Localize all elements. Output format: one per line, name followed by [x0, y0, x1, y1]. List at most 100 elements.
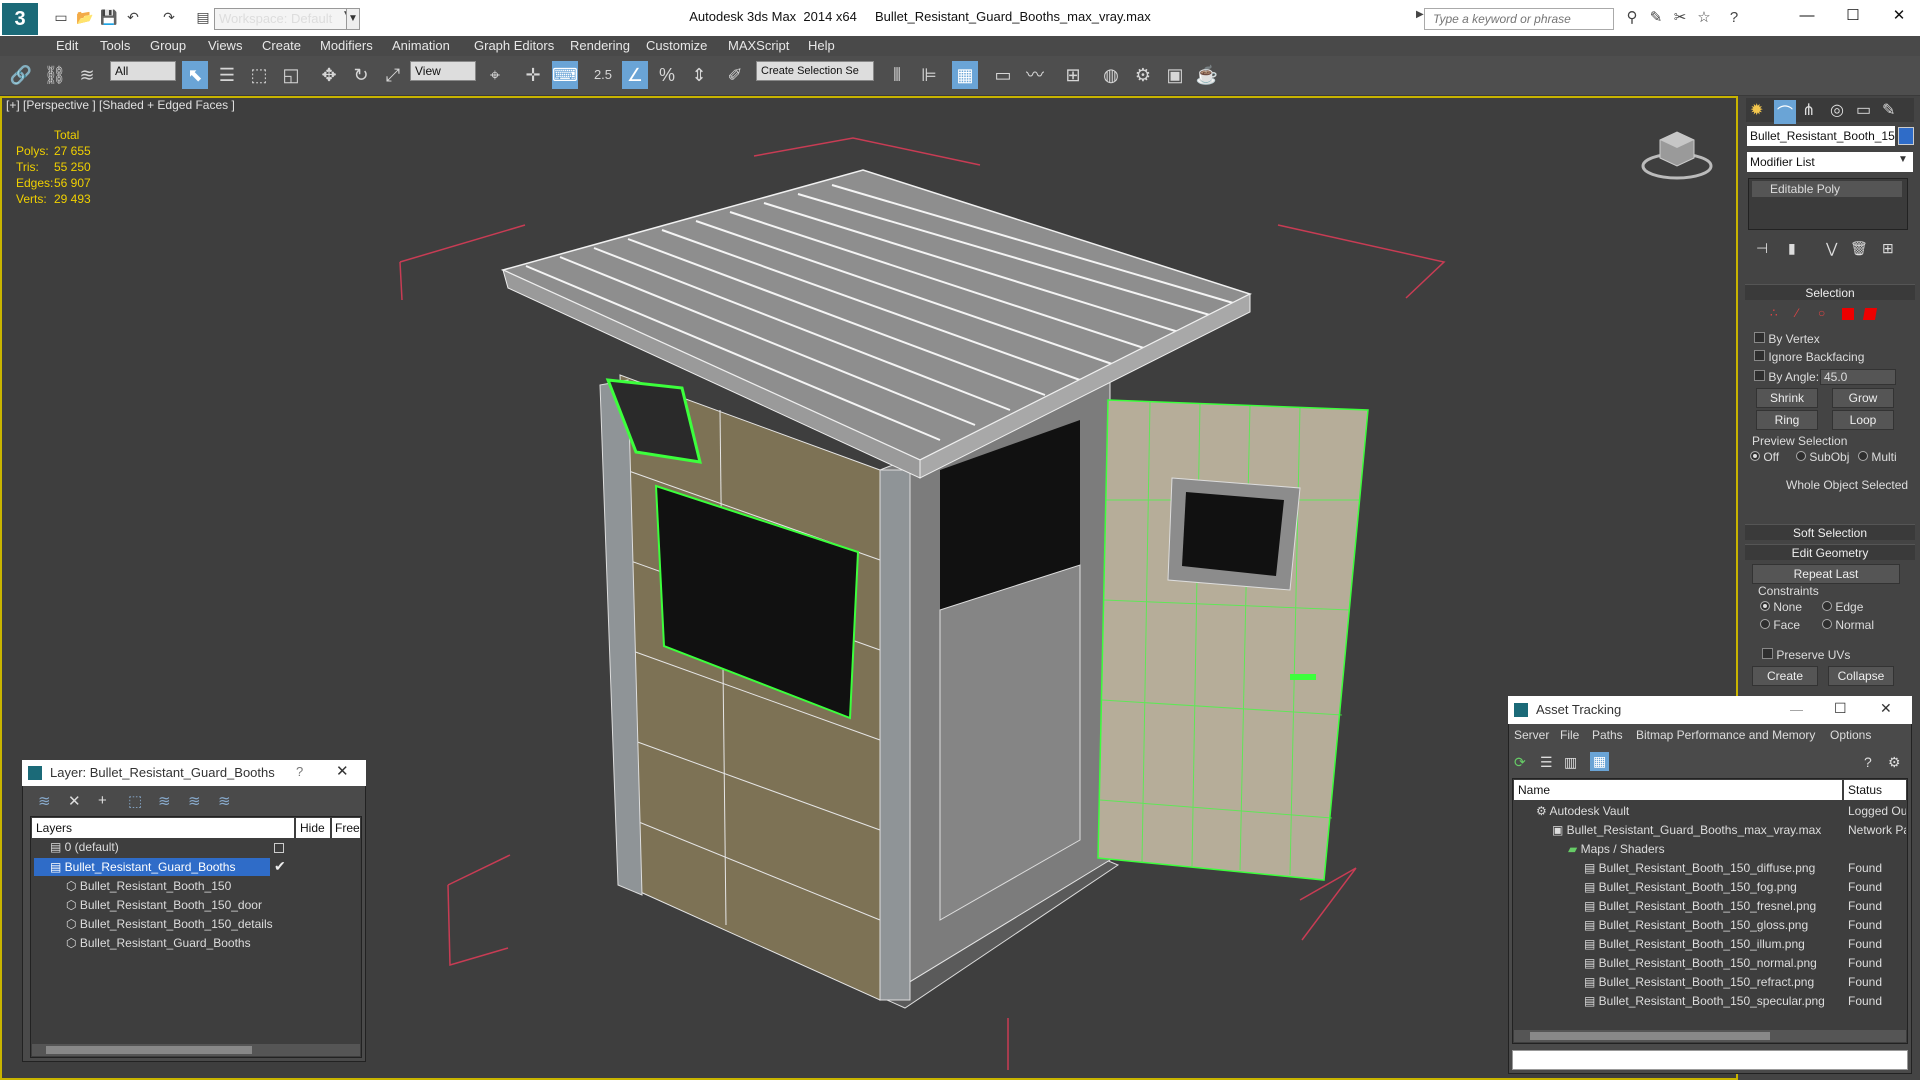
preview-off-radio[interactable]: Off: [1750, 450, 1779, 464]
layers-column-header[interactable]: Layers: [32, 818, 294, 838]
select-manipulate-icon[interactable]: ✛: [520, 61, 546, 89]
select-layer-objects-icon[interactable]: ⬚: [128, 792, 142, 810]
align-icon[interactable]: ⊫: [916, 61, 942, 89]
border-mode-icon[interactable]: ○: [1818, 306, 1825, 320]
delete-layer-icon[interactable]: ✕: [68, 792, 81, 810]
motion-tab-icon[interactable]: ◎: [1830, 100, 1844, 120]
render-frame-icon[interactable]: ▣: [1162, 61, 1188, 89]
favorites-star-icon[interactable]: ☆: [1694, 8, 1714, 28]
tree-view-icon[interactable]: ▥: [1564, 754, 1577, 771]
constraint-normal-radio[interactable]: Normal: [1822, 618, 1874, 632]
asset-maximize-button[interactable]: ☐: [1834, 700, 1847, 717]
asset-row-map[interactable]: ▤ Bullet_Resistant_Booth_150_gloss.png: [1584, 918, 1808, 932]
menu-tools[interactable]: Tools: [100, 36, 130, 56]
preview-subobj-radio[interactable]: SubObj: [1796, 450, 1849, 464]
rollout-selection[interactable]: Selection: [1745, 284, 1915, 300]
object-color-swatch[interactable]: [1898, 127, 1914, 145]
asset-row-vault[interactable]: ⚙ Autodesk Vault: [1536, 804, 1629, 818]
freeze-column-header[interactable]: Freeze: [332, 818, 360, 838]
collapse-button[interactable]: Collapse: [1828, 666, 1894, 686]
angle-snap-icon[interactable]: ∠: [622, 61, 648, 89]
named-selection-set-dropdown[interactable]: Create Selection Se: [756, 61, 874, 81]
keyboard-shortcut-override-icon[interactable]: ⌨: [552, 61, 578, 89]
asset-row-map[interactable]: ▤ Bullet_Resistant_Booth_150_refract.png: [1584, 975, 1814, 989]
create-button[interactable]: Create: [1752, 666, 1818, 686]
layer-row[interactable]: ⬡ Bullet_Resistant_Booth_150_details: [66, 917, 273, 931]
asset-row-map[interactable]: ▤ Bullet_Resistant_Booth_150_illum.png: [1584, 937, 1805, 951]
menu-views[interactable]: Views: [208, 36, 242, 56]
asset-row-maps-folder[interactable]: ▰ Maps / Shaders: [1568, 842, 1665, 856]
asset-name-column-header[interactable]: Name: [1514, 780, 1842, 800]
undo-icon[interactable]: ↶: [124, 8, 142, 26]
bind-space-warp-icon[interactable]: ≋: [74, 61, 100, 89]
asset-row-map[interactable]: ▤ Bullet_Resistant_Booth_150_normal.png: [1584, 956, 1817, 970]
object-name-field[interactable]: Bullet_Resistant_Booth_150: [1747, 126, 1895, 146]
search-input[interactable]: [1424, 8, 1614, 30]
polygon-mode-icon[interactable]: [1842, 308, 1854, 320]
edit-named-selection-icon[interactable]: ✐: [722, 61, 748, 89]
preserve-uvs-checkbox[interactable]: Preserve UVs: [1762, 648, 1850, 662]
menu-maxscript[interactable]: MAXScript: [728, 36, 789, 56]
element-mode-icon[interactable]: [1862, 308, 1878, 320]
utilities-tab-icon[interactable]: ✎: [1882, 100, 1895, 120]
menu-create[interactable]: Create: [262, 36, 301, 56]
rollout-edit-geometry[interactable]: Edit Geometry: [1745, 544, 1915, 560]
maximize-button[interactable]: ☐: [1830, 0, 1876, 32]
stack-item-editable-poly[interactable]: Editable Poly: [1752, 181, 1902, 197]
menu-rendering[interactable]: Rendering: [570, 36, 630, 56]
exchange-icon[interactable]: ✂: [1670, 8, 1690, 28]
remove-modifier-icon[interactable]: 🗑: [1850, 240, 1868, 257]
loop-button[interactable]: Loop: [1832, 410, 1894, 430]
layer-row[interactable]: ⬡ Bullet_Resistant_Guard_Booths: [66, 936, 251, 950]
open-file-icon[interactable]: 📂: [76, 8, 94, 26]
asset-status-column-header[interactable]: Status: [1844, 780, 1906, 800]
modifier-list-dropdown[interactable]: Modifier List: [1747, 152, 1913, 172]
rectangular-selection-icon[interactable]: ⬚: [246, 61, 272, 89]
select-object-icon[interactable]: ⬉: [182, 61, 208, 89]
asset-row-map[interactable]: ▤ Bullet_Resistant_Booth_150_diffuse.png: [1584, 861, 1815, 875]
spinner-snap-icon[interactable]: ⇕: [686, 61, 712, 89]
by-vertex-checkbox[interactable]: By Vertex: [1754, 332, 1820, 346]
shrink-button[interactable]: Shrink: [1756, 388, 1818, 408]
window-crossing-icon[interactable]: ◱: [278, 61, 304, 89]
workspace-dropdown[interactable]: Workspace: Default: [214, 8, 354, 30]
by-angle-checkbox[interactable]: By Angle:: [1754, 370, 1819, 384]
snaps-toggle-icon[interactable]: 2.5: [590, 61, 616, 89]
ignore-backfacing-checkbox[interactable]: Ignore Backfacing: [1754, 350, 1864, 364]
asset-menu-bitmap[interactable]: Bitmap Performance and Memory: [1636, 728, 1815, 742]
asset-settings-icon[interactable]: ⚙: [1888, 754, 1901, 771]
layer-row[interactable]: ⬡ Bullet_Resistant_Booth_150: [66, 879, 231, 893]
select-and-move-icon[interactable]: ✥: [316, 61, 342, 89]
curve-editor-icon[interactable]: 〰: [1022, 61, 1048, 89]
create-layer-icon[interactable]: ≋: [38, 792, 51, 810]
constraint-edge-radio[interactable]: Edge: [1822, 600, 1863, 614]
modify-tab-icon[interactable]: ⌒: [1774, 100, 1797, 124]
close-button[interactable]: ✕: [1876, 0, 1920, 32]
highlight-layer-icon[interactable]: ≋: [158, 792, 171, 810]
refresh-icon[interactable]: ⟳: [1514, 754, 1526, 771]
constraint-none-radio[interactable]: None: [1760, 600, 1802, 614]
selection-filter-dropdown[interactable]: All: [110, 61, 176, 81]
asset-menu-file[interactable]: File: [1560, 728, 1579, 742]
vertex-mode-icon[interactable]: ∴: [1770, 306, 1778, 320]
unlink-icon[interactable]: ⛓: [42, 61, 68, 89]
current-layer-box[interactable]: [274, 843, 284, 853]
reference-coordinate-dropdown[interactable]: View: [410, 61, 476, 81]
minimize-button[interactable]: —: [1784, 0, 1830, 32]
material-editor-icon[interactable]: ◍: [1098, 61, 1124, 89]
quick-access-dropdown[interactable]: ▼: [346, 8, 360, 30]
redo-icon[interactable]: ↷: [160, 8, 178, 26]
add-to-layer-icon[interactable]: +: [98, 792, 107, 809]
menu-group[interactable]: Group: [150, 36, 186, 56]
layer-row[interactable]: ▤ Bullet_Resistant_Guard_Booths: [50, 860, 235, 874]
pin-stack-icon[interactable]: ⊣: [1756, 240, 1768, 257]
pivot-center-icon[interactable]: ⌖: [482, 61, 508, 89]
menu-edit[interactable]: Edit: [56, 36, 78, 56]
scrollbar-thumb[interactable]: [1530, 1032, 1770, 1040]
help-icon[interactable]: ?: [1724, 8, 1744, 28]
asset-row-map[interactable]: ▤ Bullet_Resistant_Booth_150_fog.png: [1584, 880, 1797, 894]
menu-graph-editors[interactable]: Graph Editors: [474, 36, 554, 56]
layer-row[interactable]: ⬡ Bullet_Resistant_Booth_150_door: [66, 898, 262, 912]
display-tab-icon[interactable]: ▭: [1856, 100, 1871, 120]
layer-close-button[interactable]: ✕: [336, 762, 349, 780]
